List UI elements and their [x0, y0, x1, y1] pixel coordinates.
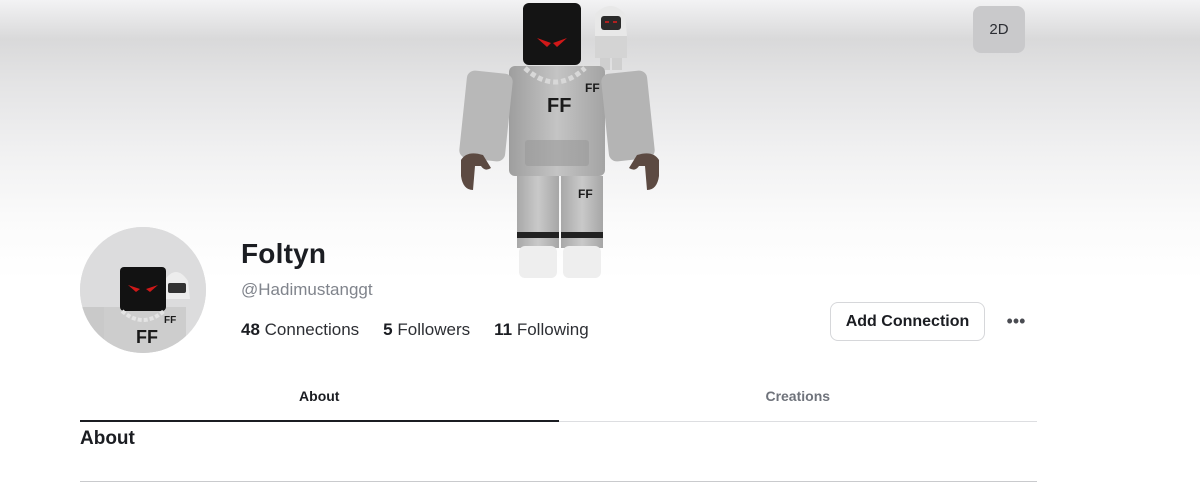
following-stat-link[interactable]: 11 Following	[494, 320, 589, 340]
followers-label: Followers	[397, 320, 471, 339]
avatar-headshot[interactable]: FF FF	[80, 227, 206, 353]
shoulder-companion	[595, 6, 627, 70]
followers-stat-link[interactable]: 5 Followers	[383, 320, 470, 340]
following-label: Following	[516, 320, 589, 339]
headshot-ff-small-text: FF	[164, 315, 176, 326]
avatar-3d-render[interactable]: FF FF FF	[455, 0, 665, 282]
connections-label: Connections	[264, 320, 360, 339]
connections-count: 48	[241, 320, 260, 339]
add-connection-button[interactable]: Add Connection	[830, 302, 985, 341]
display-name: Foltyn	[241, 238, 327, 269]
about-section-heading: About	[80, 428, 135, 449]
tab-about[interactable]: About	[80, 380, 559, 422]
tab-creations[interactable]: Creations	[559, 380, 1038, 421]
section-divider	[80, 481, 1037, 482]
headshot-ff-text: FF	[136, 327, 158, 347]
shirt-ff-small-text: FF	[585, 81, 600, 95]
connections-stat-link[interactable]: 48 Connections	[241, 320, 359, 340]
profile-stats: 48 Connections 5 Followers 11 Following	[241, 320, 613, 340]
view-2d-toggle-button[interactable]: 2D	[973, 6, 1025, 53]
following-count: 11	[494, 320, 513, 339]
profile-tabs: About Creations	[80, 380, 1037, 422]
username: @Hadimustanggt	[241, 280, 373, 299]
shirt-ff-text: FF	[547, 95, 571, 117]
more-options-icon[interactable]: •••	[1003, 310, 1029, 332]
headshot-image: FF FF	[80, 227, 206, 353]
pants-ff-text: FF	[578, 187, 593, 201]
followers-count: 5	[383, 320, 393, 339]
